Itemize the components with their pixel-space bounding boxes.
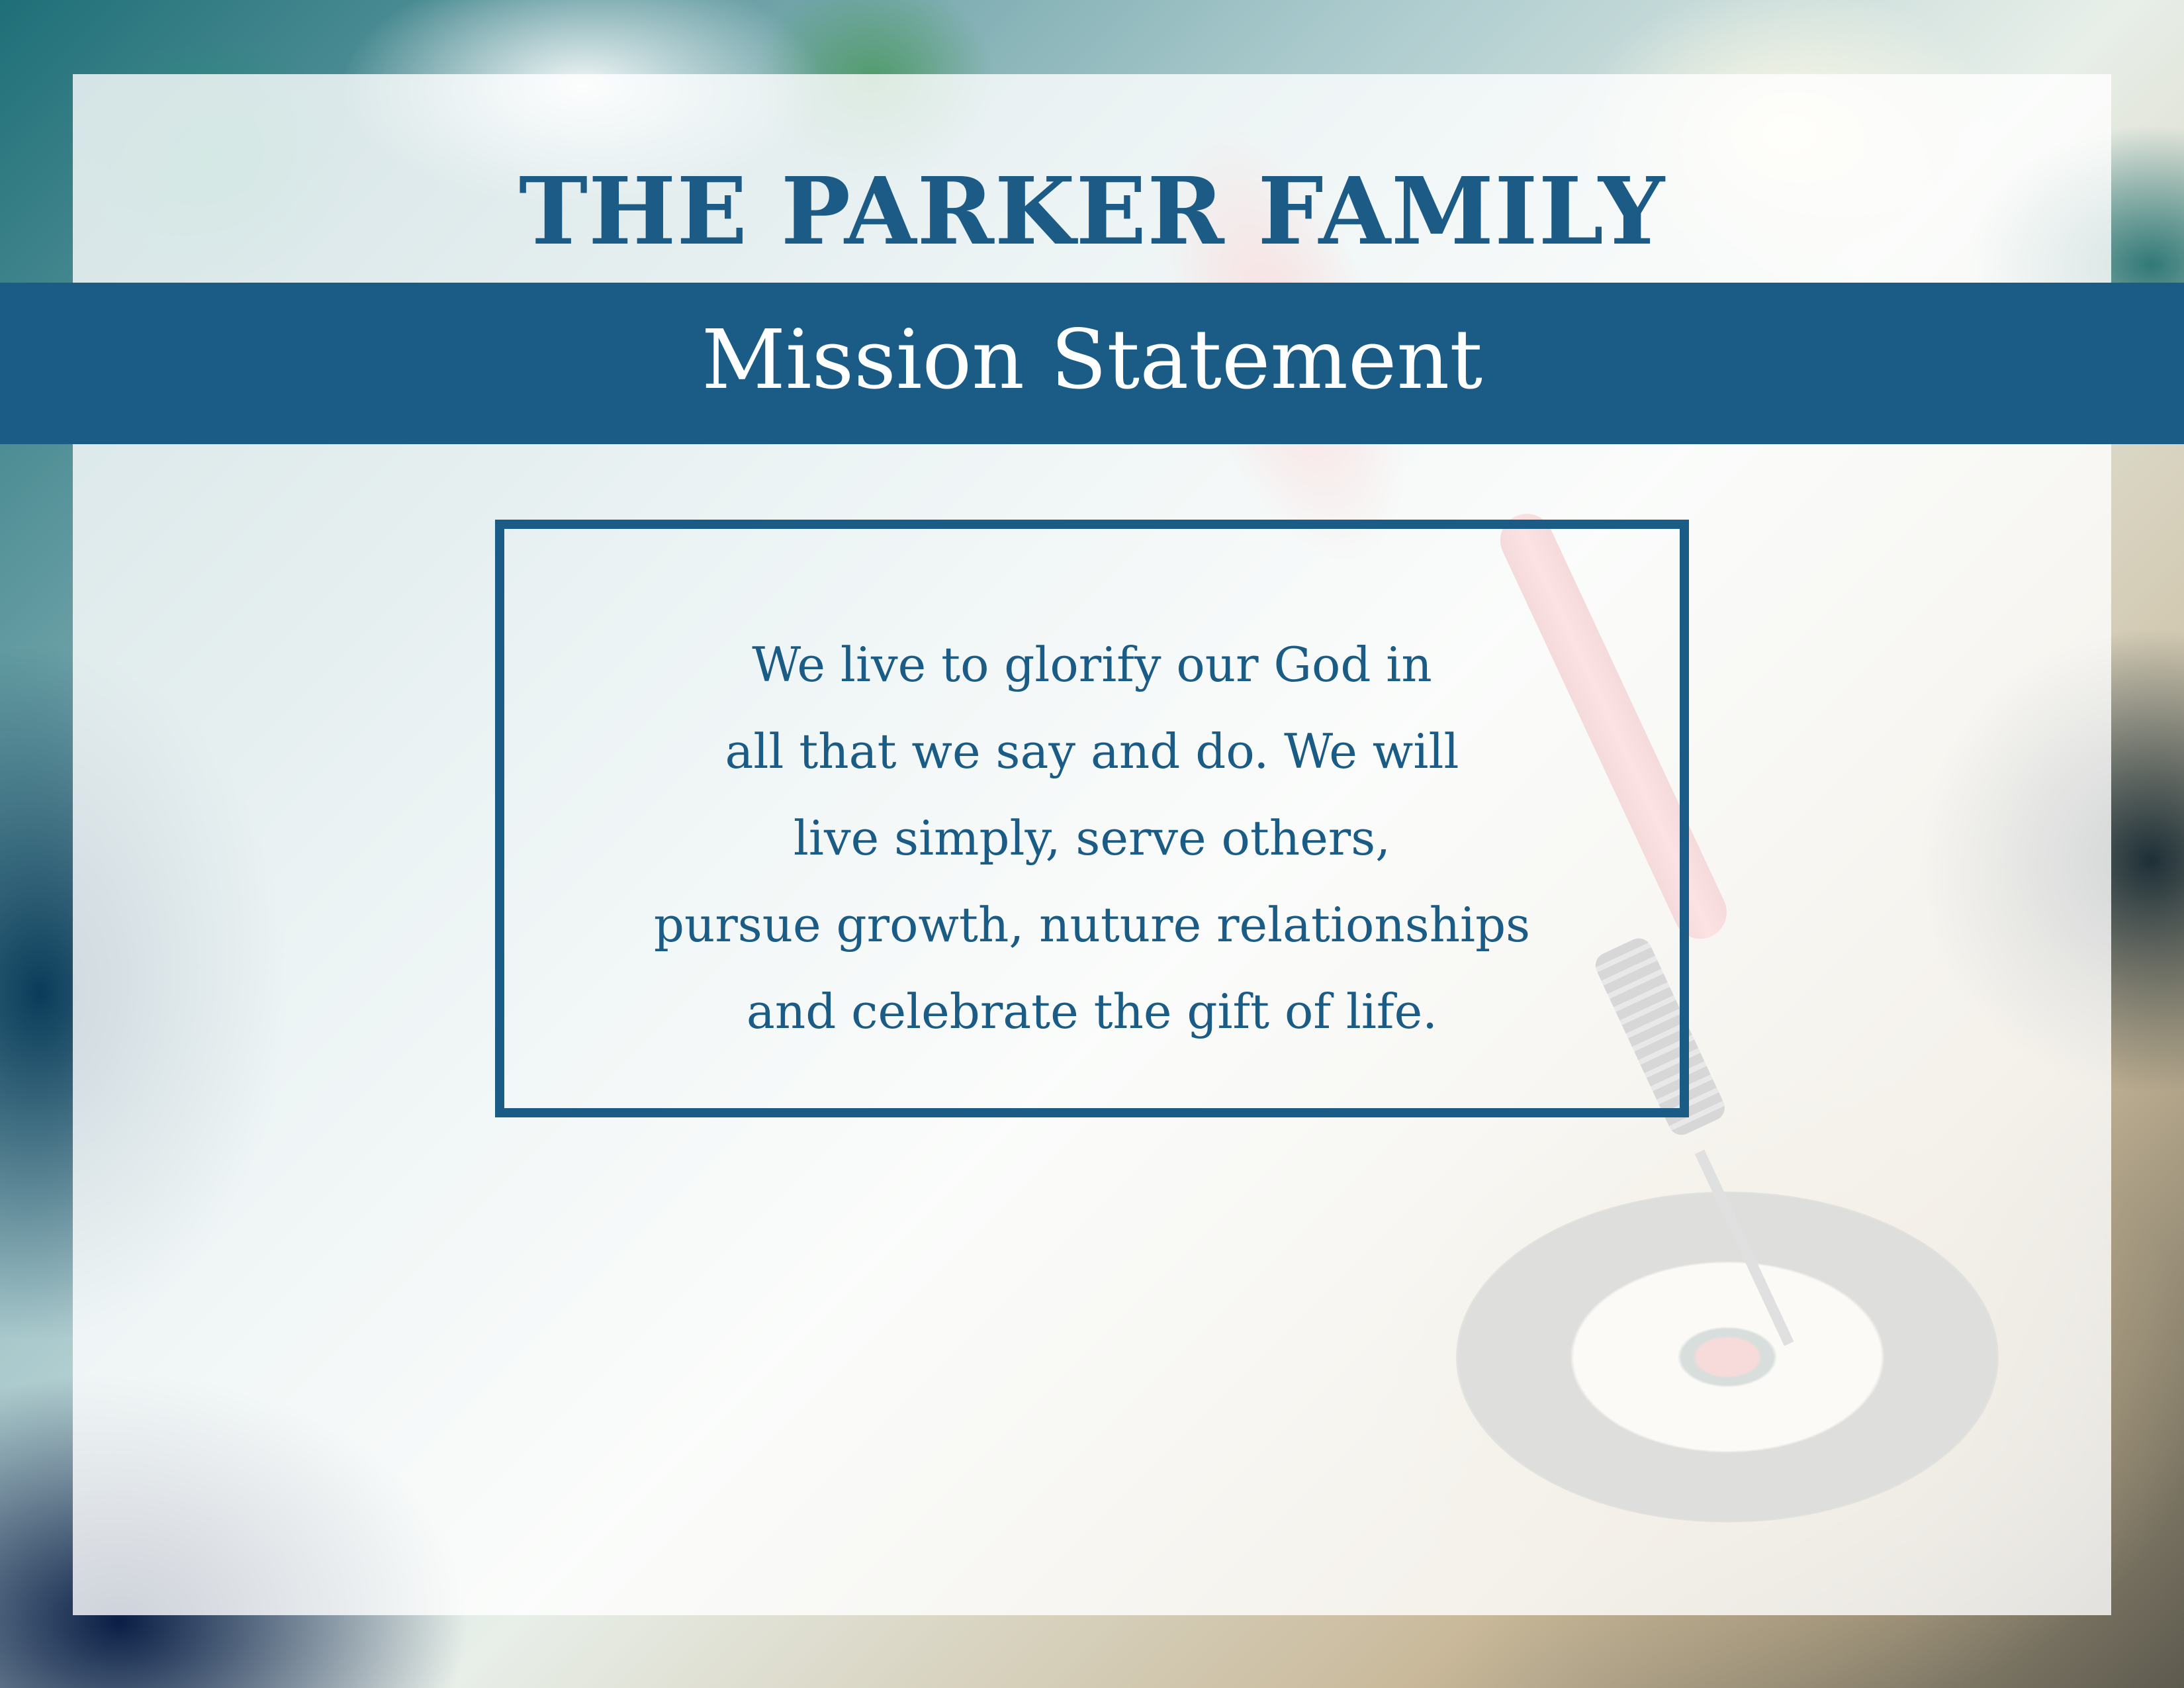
- subtitle-banner: Mission Statement: [0, 283, 2184, 444]
- page-subtitle: Mission Statement: [701, 312, 1483, 408]
- statement-line: all that we say and do. We will: [725, 724, 1459, 779]
- mission-statement-page: THE PARKER FAMILY Mission Statement We l…: [0, 0, 2184, 1688]
- page-title: THE PARKER FAMILY: [518, 158, 1666, 266]
- statement-line: live simply, serve others,: [793, 810, 1391, 866]
- statement-frame: We live to glorify our God in all that w…: [495, 520, 1689, 1117]
- statement-line: We live to glorify our God in: [752, 637, 1432, 692]
- statement-text: We live to glorify our God in all that w…: [654, 622, 1530, 1055]
- statement-line: pursue growth, nuture relationships: [653, 897, 1531, 953]
- statement-line: and celebrate the gift of life.: [746, 984, 1438, 1039]
